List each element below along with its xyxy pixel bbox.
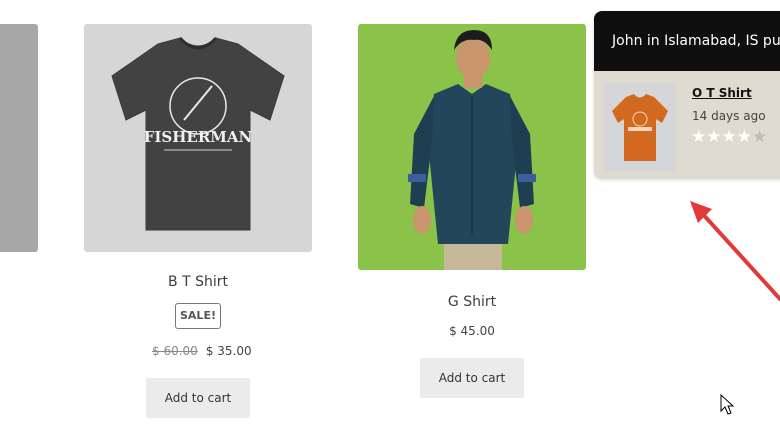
product-image-g-shirt[interactable] bbox=[358, 24, 586, 270]
add-to-cart-button[interactable]: Add to cart bbox=[146, 378, 250, 418]
star-rating: ★★★★★ bbox=[691, 127, 767, 147]
popup-time: 14 days ago bbox=[692, 109, 766, 123]
arrow-annotation-icon bbox=[690, 201, 780, 301]
mouse-cursor-icon bbox=[720, 394, 735, 415]
star-icon: ★ bbox=[706, 127, 722, 147]
product-price: $ 60.00 $ 35.00 bbox=[152, 344, 252, 358]
tshirt-print-text: FISHERMAN bbox=[144, 128, 253, 146]
star-icon: ★ bbox=[736, 127, 752, 147]
product-title[interactable]: G Shirt bbox=[358, 294, 586, 310]
add-to-cart-button[interactable]: Add to cart bbox=[420, 358, 524, 398]
current-price: $ 35.00 bbox=[205, 344, 252, 358]
popup-product-link[interactable]: O T Shirt bbox=[692, 86, 752, 100]
product-price: $ 45.00 bbox=[449, 324, 495, 338]
product-image-b-t-shirt[interactable]: FISHERMAN bbox=[84, 24, 312, 252]
star-icon: ★ bbox=[752, 127, 768, 147]
sale-badge: SALE! bbox=[175, 303, 221, 329]
popup-product-thumbnail[interactable] bbox=[604, 83, 676, 171]
old-price: $ 60.00 bbox=[152, 344, 198, 358]
partial-product-image[interactable] bbox=[0, 24, 38, 252]
product-title[interactable]: B T Shirt bbox=[84, 274, 312, 290]
star-icon: ★ bbox=[721, 127, 737, 147]
popup-header: John in Islamabad, IS pu bbox=[594, 11, 780, 71]
sales-notification-popup[interactable]: John in Islamabad, IS pu O T Shirt 14 da… bbox=[594, 11, 780, 179]
star-icon: ★ bbox=[691, 127, 707, 147]
